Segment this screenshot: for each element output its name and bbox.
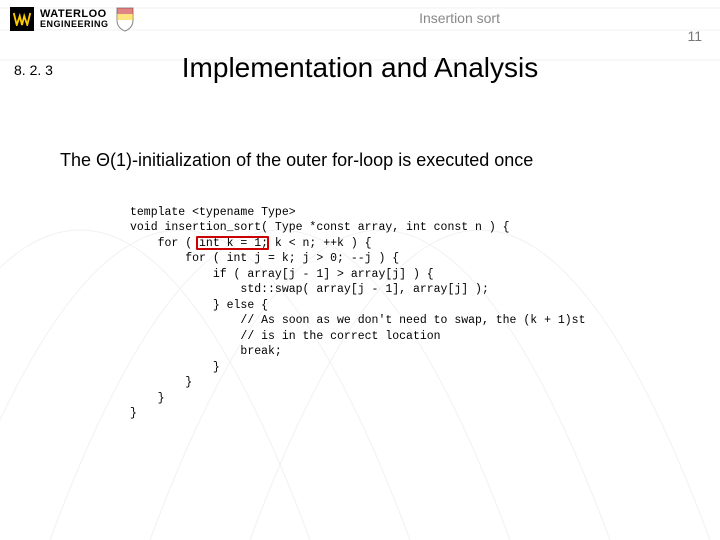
slide: WATERLOO ENGINEERING Insertion sort 11 8… xyxy=(0,0,720,540)
code-line: void insertion_sort( Type *const array, … xyxy=(130,221,510,234)
sentence: The Θ(1)-initialization of the outer for… xyxy=(60,150,680,171)
slide-topic: Insertion sort xyxy=(419,10,500,26)
theta-symbol: Θ xyxy=(96,150,110,170)
code-line: } xyxy=(130,407,137,420)
code-block: template <typename Type> void insertion_… xyxy=(130,189,680,453)
code-line: } xyxy=(130,376,192,389)
page-number: 11 xyxy=(687,28,702,44)
code-line: for ( int j = k; j > 0; --j ) { xyxy=(130,252,399,265)
code-line: // As soon as we don't need to swap, the… xyxy=(130,314,585,327)
sentence-rest: -initialization of the outer for-loop is… xyxy=(132,150,533,170)
code-line: std::swap( array[j - 1], array[j] ); xyxy=(130,283,489,296)
slide-body: The Θ(1)-initialization of the outer for… xyxy=(60,150,680,453)
code-line: } xyxy=(130,361,220,374)
code-line: break; xyxy=(130,345,282,358)
code-line: template <typename Type> xyxy=(130,206,296,219)
code-line: } else { xyxy=(130,299,268,312)
theta-arg: (1) xyxy=(110,150,132,170)
waterloo-w-icon xyxy=(10,7,34,31)
code-line: } xyxy=(130,392,165,405)
slide-title: Implementation and Analysis xyxy=(0,52,720,84)
code-line: for ( int k = 1; k < n; ++k ) { xyxy=(130,237,372,250)
logo-text: WATERLOO ENGINEERING xyxy=(40,10,109,28)
code-line: if ( array[j - 1] > array[j] ) { xyxy=(130,268,434,281)
code-line: // is in the correct location xyxy=(130,330,441,343)
sentence-prefix: The xyxy=(60,150,96,170)
shield-icon xyxy=(115,6,135,32)
logo-line2: ENGINEERING xyxy=(40,20,109,28)
logo-block: WATERLOO ENGINEERING xyxy=(10,6,135,32)
